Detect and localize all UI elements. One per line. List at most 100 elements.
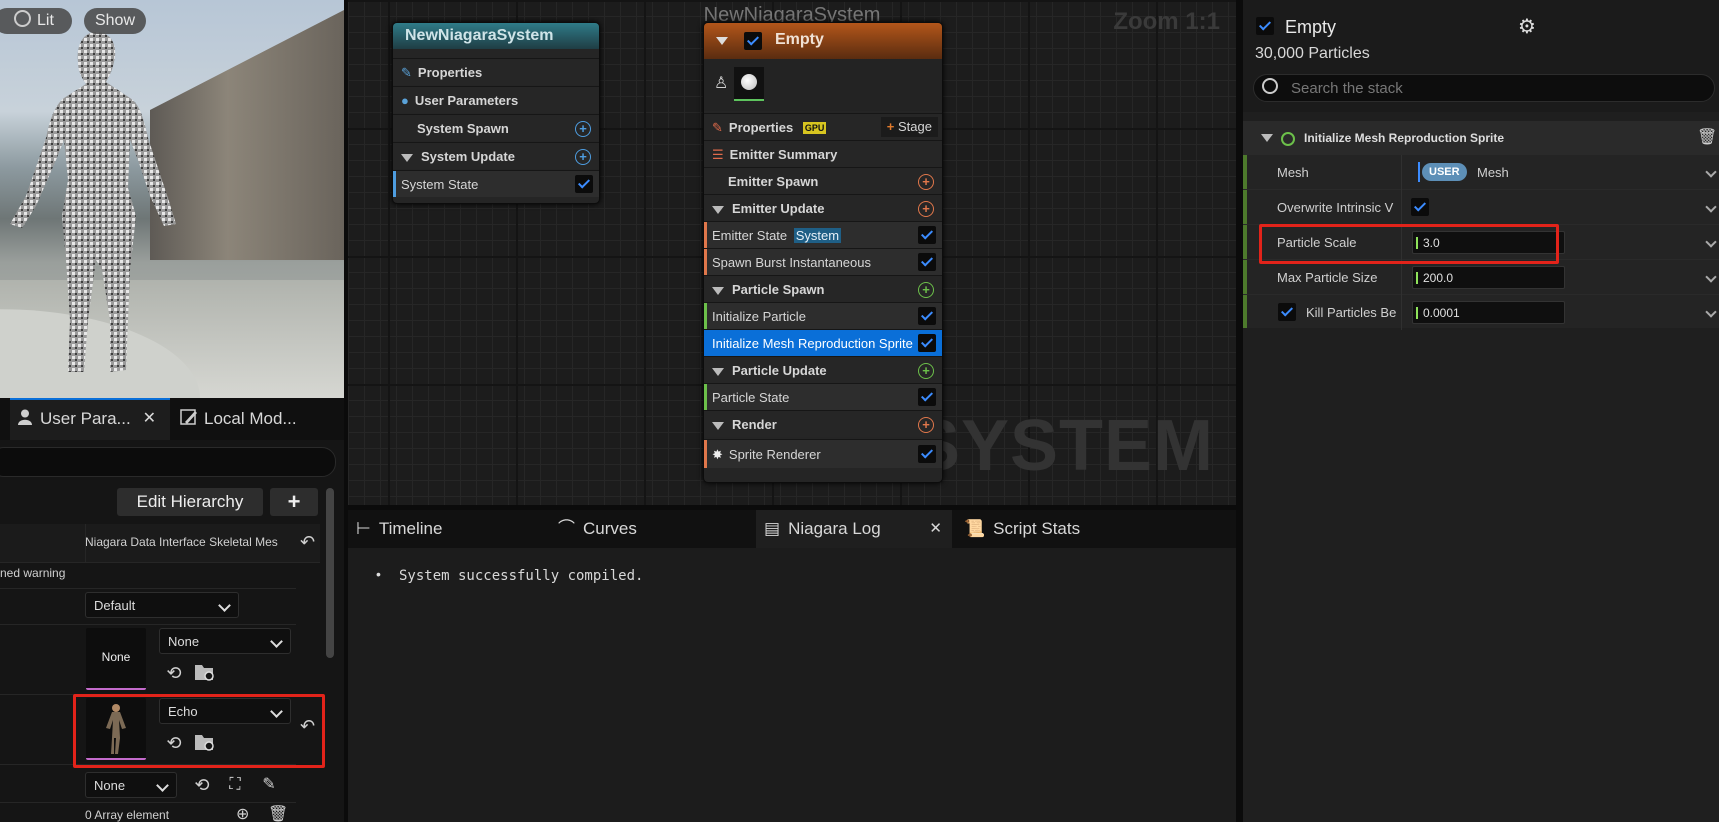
add-stage-button[interactable]: + Stage [880, 117, 938, 137]
particle-spawn-row[interactable]: Particle Spawn + [704, 275, 942, 302]
system-properties-row[interactable]: ✎ Properties [393, 58, 599, 85]
emitter-spawn-row[interactable]: Emitter Spawn + [704, 167, 942, 194]
initialize-particle-label: Initialize Particle [712, 309, 806, 324]
trash-icon[interactable]: 🗑 [268, 804, 288, 822]
emitter-summary-label: Emitter Summary [729, 147, 838, 162]
row-divider [1401, 190, 1402, 225]
module-header-row[interactable]: Initialize Mesh Reproduction Sprite 🗑 [1243, 121, 1719, 155]
system-node[interactable]: NewNiagaraSystem ✎ Properties ● User Param… [392, 22, 600, 204]
emitter-enabled-checkbox[interactable] [1256, 17, 1274, 35]
add-renderer-icon[interactable]: + [918, 417, 934, 433]
trash-icon[interactable]: 🗑 [1697, 121, 1717, 155]
sprite-thumbnail[interactable] [734, 67, 764, 101]
lit-mode-button[interactable]: Lit [0, 8, 72, 34]
kill-particles-checkbox[interactable] [1278, 303, 1296, 321]
emitter-enabled-checkbox[interactable] [744, 32, 762, 50]
scrollbar-thumb[interactable] [326, 488, 334, 658]
particle-state-row[interactable]: Particle State [704, 383, 942, 410]
show-button[interactable]: Show [84, 8, 146, 34]
show-label: Show [94, 12, 136, 29]
render-row[interactable]: Render + [704, 410, 942, 437]
system-state-checkbox[interactable] [575, 175, 593, 193]
sprite-burst-icon: ✸ [712, 447, 723, 462]
module-color-strip [393, 171, 396, 197]
add-module-icon[interactable]: + [918, 282, 934, 298]
edit-hierarchy-button[interactable]: Edit Hierarchy [117, 488, 263, 516]
horizontal-splitter[interactable] [348, 505, 1236, 510]
tab-niagara-log[interactable]: ▤ Niagara Log ✕ [756, 510, 952, 548]
max-particle-size-value: 200.0 [1423, 271, 1454, 285]
tab-local-modules[interactable]: Local Mod... [180, 398, 344, 440]
module-enabled-icon[interactable] [1281, 132, 1295, 146]
system-state-row[interactable]: System State [393, 170, 599, 197]
tab-curves[interactable]: ⌒ Curves [558, 510, 637, 548]
vertical-splitter[interactable] [344, 0, 348, 822]
add-module-icon[interactable]: + [918, 363, 934, 379]
mesh-asset-dropdown[interactable]: None [159, 628, 291, 654]
zoom-indicator: Zoom 1:1 [1113, 8, 1220, 35]
log-bullet: • [376, 566, 381, 582]
add-module-icon[interactable]: + [575, 121, 591, 137]
emitter-properties-row[interactable]: ✎ Properties GPU + Stage [704, 113, 942, 140]
emitter-state-checkbox[interactable] [918, 226, 936, 244]
kill-threshold-input[interactable]: 0.0001 [1412, 301, 1565, 324]
chevron-down-icon[interactable] [1705, 271, 1717, 283]
close-tab-icon[interactable]: ✕ [929, 510, 942, 548]
chevron-down-icon [218, 599, 231, 612]
collapse-triangle-icon[interactable] [716, 37, 728, 45]
reset-arrow-icon[interactable]: ↶ [300, 532, 315, 553]
emitter-summary-row[interactable]: ☰ Emitter Summary [704, 140, 942, 167]
default-dropdown[interactable]: Default [85, 592, 239, 618]
gear-icon[interactable]: ⚙ [1518, 14, 1536, 39]
spawn-burst-row[interactable]: Spawn Burst Instantaneous [704, 248, 942, 275]
system-update-row[interactable]: System Update + [393, 142, 599, 169]
browse-folder-icon[interactable] [194, 662, 216, 684]
parameter-search-input[interactable] [0, 447, 336, 477]
spawn-burst-checkbox[interactable] [918, 253, 936, 271]
particle-update-row[interactable]: Particle Update + [704, 356, 942, 383]
chevron-down-icon[interactable] [1705, 236, 1717, 248]
eyedropper-icon[interactable]: ✎ [258, 774, 280, 796]
preview-viewport[interactable]: Lit Show [0, 0, 344, 398]
particle-state-checkbox[interactable] [918, 388, 936, 406]
chevron-down-icon[interactable] [1705, 201, 1717, 213]
focus-frame-icon[interactable]: ⛶ [224, 774, 246, 796]
source-dropdown[interactable]: None [85, 772, 177, 798]
sprite-renderer-checkbox[interactable] [918, 445, 936, 463]
add-module-icon[interactable]: + [918, 174, 934, 190]
add-module-icon[interactable]: + [575, 149, 591, 165]
chevron-down-icon[interactable] [1705, 166, 1717, 178]
initialize-particle-checkbox[interactable] [918, 307, 936, 325]
max-particle-size-input[interactable]: 200.0 [1412, 266, 1565, 289]
stack-search-input[interactable]: Search the stack [1253, 74, 1715, 102]
tab-script-stats[interactable]: 📜 Script Stats [964, 510, 1080, 548]
add-module-icon[interactable]: + [918, 201, 934, 217]
use-selected-arrow-icon[interactable]: ⟲ [163, 662, 185, 684]
emitter-update-row[interactable]: Emitter Update + [704, 194, 942, 221]
row-divider [1401, 260, 1402, 295]
sprite-renderer-label: Sprite Renderer [728, 447, 821, 462]
use-selected-arrow-icon[interactable]: ⟲ [191, 774, 213, 796]
add-parameter-button[interactable]: + [270, 488, 318, 516]
close-tab-icon[interactable]: ✕ [143, 400, 156, 438]
add-element-icon[interactable]: ⊕ [236, 804, 249, 822]
param-value-mesh[interactable]: Mesh [1477, 155, 1509, 190]
initialize-particle-row[interactable]: Initialize Particle [704, 302, 942, 329]
system-overview-graph[interactable]: NewNiagaraSystem Zoom 1:1 SYSTEM NewNiag… [348, 0, 1236, 505]
overwrite-checkbox[interactable] [1411, 198, 1429, 216]
tab-user-parameters[interactable]: User Para... ✕ [10, 398, 170, 440]
param-label-kill: Kill Particles Be [1306, 305, 1397, 320]
emitter-thumbnail-strip: ♙ [704, 59, 942, 111]
init-mesh-repro-checkbox[interactable] [918, 334, 936, 352]
emitter-node[interactable]: Empty ♙ ✎ Properties GPU + Stage ☰ Emitter… [703, 22, 943, 483]
tab-timeline[interactable]: ⊢ Timeline [356, 510, 442, 548]
emitter-state-row[interactable]: Emitter State System [704, 221, 942, 248]
param-label-mesh: Mesh [1277, 165, 1309, 180]
init-mesh-repro-row[interactable]: Initialize Mesh Reproduction Sprite [704, 329, 942, 356]
mesh-thumbnail[interactable]: None [86, 628, 146, 690]
vertical-splitter[interactable] [1236, 0, 1243, 822]
user-parameters-row[interactable]: ● User Parameters [393, 86, 599, 113]
system-spawn-row[interactable]: System Spawn + [393, 114, 599, 141]
chevron-down-icon[interactable] [1705, 306, 1717, 318]
sprite-renderer-row[interactable]: ✸ Sprite Renderer [704, 439, 942, 468]
